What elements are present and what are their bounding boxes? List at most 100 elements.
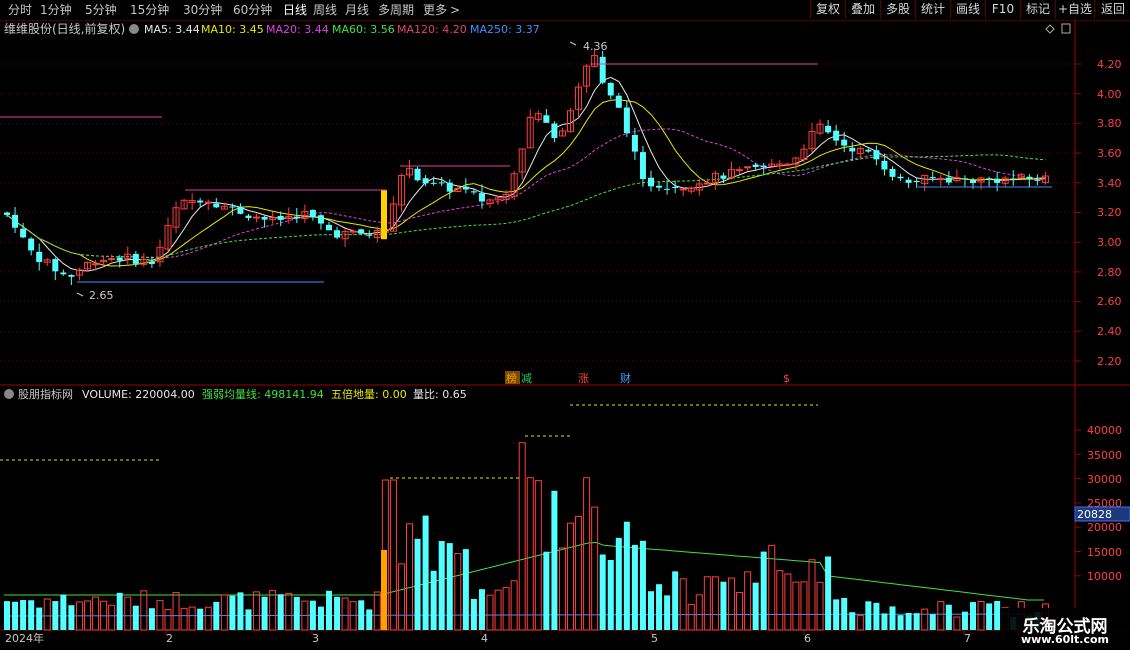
settings-circle-icon[interactable] — [129, 24, 139, 34]
candle-body — [994, 178, 1001, 183]
candle-body — [889, 169, 896, 177]
price-tick: 4.00 — [1097, 88, 1122, 101]
tab-more[interactable]: 更多 — [423, 2, 447, 18]
multi-stock-button[interactable]: 多股 — [880, 0, 915, 19]
candle-body — [551, 123, 558, 138]
tab-monthly[interactable]: 月线 — [345, 2, 369, 18]
volume-bar — [913, 613, 920, 630]
event-tag-dollar[interactable]: $ — [783, 372, 790, 385]
kline-chart[interactable]: 维维股份(日线,前复权) MA5: 3.44 MA10: 3.45 MA20: … — [0, 20, 1130, 650]
tab-daily[interactable]: 日线 — [283, 2, 307, 18]
event-tag-jian[interactable]: 减 — [521, 372, 532, 385]
volume-bar — [945, 604, 952, 630]
candle-body — [430, 182, 437, 184]
candle-body — [438, 182, 445, 184]
vol-tick: 20000 — [1087, 521, 1122, 534]
f10-button[interactable]: F10 — [985, 0, 1020, 19]
candle-body — [937, 178, 945, 181]
settings-circle-icon[interactable] — [4, 389, 14, 399]
volume-bar — [687, 603, 695, 631]
volume-bar — [695, 594, 703, 631]
volume-bar — [744, 571, 752, 631]
tab-30min[interactable]: 30分钟 — [183, 2, 222, 18]
candle-body — [237, 206, 244, 214]
volume-bar — [197, 608, 204, 630]
date-tick: 7 — [964, 632, 971, 645]
candle-body — [599, 56, 606, 83]
volume-bar — [929, 614, 936, 630]
date-tick: 2 — [166, 632, 173, 645]
vol-tick: 15000 — [1087, 546, 1122, 559]
volume-bar — [172, 592, 180, 631]
vol-tick: 10000 — [1087, 570, 1122, 583]
volume-value: VOLUME: 220004.00 — [82, 388, 195, 401]
volume-bar — [736, 592, 744, 631]
back-button[interactable]: 返回 — [1094, 0, 1130, 19]
volume-bar — [4, 601, 10, 630]
volume-bar — [711, 576, 719, 631]
candle-body — [414, 168, 421, 181]
volume-bar — [269, 590, 277, 631]
volume-bar — [953, 616, 961, 631]
watermark: 乐淘公式网 www.60lt.com — [1000, 608, 1130, 650]
five-times-volume: 五倍地量: 0.00 — [331, 387, 407, 401]
volume-ratio: 量比: 0.65 — [413, 388, 467, 401]
volume-bar — [261, 596, 268, 630]
volume-bar — [648, 591, 654, 630]
volume-bar — [358, 600, 365, 630]
volume-bar — [518, 442, 526, 631]
tab-weekly[interactable]: 周线 — [313, 2, 337, 18]
candle-body — [760, 165, 767, 168]
indicator-title: 股朋指标网 — [18, 387, 73, 401]
volume-bar — [526, 477, 534, 631]
tab-fenshi[interactable]: 分时 — [8, 2, 32, 18]
candle-body — [744, 166, 752, 169]
event-tag-zhang[interactable]: 涨 — [578, 372, 589, 385]
statistics-button[interactable]: 统计 — [915, 0, 950, 19]
tab-15min[interactable]: 15分钟 — [130, 2, 169, 18]
candle-body — [12, 214, 19, 228]
volume-bar — [486, 594, 494, 631]
candle-body — [639, 152, 646, 180]
event-tag-cai[interactable]: 财 — [620, 371, 631, 385]
date-axis: 2024年 2 3 4 5 6 7 — [5, 631, 971, 645]
event-tag-bang[interactable]: 榜 — [506, 371, 517, 385]
volume-bar — [664, 595, 671, 630]
volume-bar — [341, 597, 349, 631]
mark-button[interactable]: 标记 — [1020, 0, 1055, 19]
volume-bar — [180, 607, 188, 631]
vol-tick: 35000 — [1087, 449, 1122, 462]
tab-60min[interactable]: 60分钟 — [233, 2, 272, 18]
more-arrow-icon[interactable]: > — [450, 2, 460, 18]
volume-bar — [841, 597, 848, 630]
volume-bar — [591, 506, 599, 631]
ma60-value: MA60: 3.56 — [332, 23, 395, 36]
volume-bar — [389, 479, 397, 631]
volume-bar — [728, 577, 735, 631]
tab-multi-period[interactable]: 多周期 — [378, 2, 414, 18]
tab-1min[interactable]: 1分钟 — [40, 2, 72, 18]
diamond-icon[interactable] — [1045, 24, 1055, 34]
window-icon[interactable] — [1061, 23, 1071, 34]
candle-body — [213, 203, 220, 208]
candle-body — [865, 149, 872, 152]
volume-bar — [430, 570, 437, 630]
volume-bar — [406, 523, 413, 631]
volume-bar — [656, 584, 663, 630]
tab-5min[interactable]: 5分钟 — [85, 2, 117, 18]
price-tick: 2.60 — [1097, 295, 1122, 308]
overlay-button[interactable]: 叠加 — [845, 0, 880, 19]
high-pointer — [569, 41, 577, 46]
candle-body — [929, 177, 936, 179]
candle-body — [309, 209, 316, 218]
fuquan-button[interactable]: 复权 — [810, 0, 845, 19]
price-axis: 4.20 4.00 3.80 3.60 3.40 3.20 3.00 2.80 … — [1097, 58, 1122, 368]
volume-bar — [20, 600, 27, 630]
volume-bar — [776, 570, 784, 631]
draw-line-button[interactable]: 画线 — [950, 0, 985, 19]
add-watchlist-button[interactable]: +自选 — [1055, 0, 1094, 19]
candle-body — [197, 200, 204, 203]
top-toolbar: 分时 1分钟 5分钟 15分钟 30分钟 60分钟 日线 周线 月线 多周期 更… — [0, 0, 1130, 21]
candle-body — [623, 107, 630, 134]
candle-body — [752, 164, 759, 167]
